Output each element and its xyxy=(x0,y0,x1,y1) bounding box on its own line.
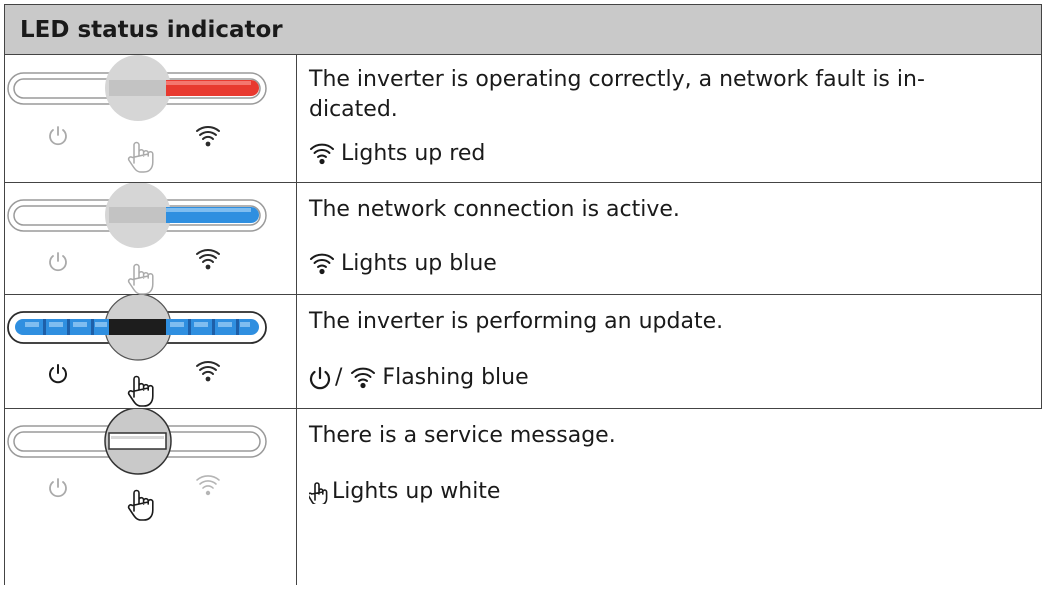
wifi-icon xyxy=(196,361,220,382)
status-text: Flashing blue xyxy=(382,365,529,390)
table-header-label: LED status indicator xyxy=(20,16,283,43)
row-description: The inverter is operating correctly, a n… xyxy=(309,65,1021,125)
wifi-icon xyxy=(196,475,220,496)
row-description-cell: There is a service message. Lights up wh… xyxy=(297,409,1042,585)
row-description-cell: The inverter is performing an update. / … xyxy=(297,295,1041,408)
wifi-icon xyxy=(196,126,220,147)
led-indicator-red xyxy=(5,55,297,182)
status-separator: / xyxy=(335,365,343,390)
row-description-cell: The network connection is active. Lights… xyxy=(297,183,1041,294)
row-status: Lights up blue xyxy=(309,249,497,279)
led-indicator-white xyxy=(5,409,297,585)
power-icon xyxy=(309,366,331,390)
touch-icon xyxy=(127,263,154,295)
power-icon xyxy=(49,364,67,384)
wifi-icon xyxy=(351,367,376,389)
row-description: The inverter is performing an update. xyxy=(309,309,724,334)
touch-icon xyxy=(127,489,154,521)
wifi-icon xyxy=(310,253,334,275)
table-header: LED status indicator xyxy=(4,4,1042,55)
power-icon xyxy=(49,126,67,146)
row-description-cell: The inverter is operating correctly, a n… xyxy=(297,55,1041,182)
table-row: The inverter is operating correctly, a n… xyxy=(4,55,1042,183)
row-description: The network connection is active. xyxy=(309,197,680,222)
description-line: The inverter is operating correctly, a n… xyxy=(309,67,925,92)
led-indicator-blue xyxy=(5,183,297,295)
led-status-table: LED status indicator The inverter is ope… xyxy=(4,4,1042,585)
power-icon xyxy=(49,478,67,498)
power-icon xyxy=(49,252,67,272)
wifi-icon xyxy=(196,249,220,270)
touch-icon xyxy=(309,482,328,504)
description-line: dicated. xyxy=(309,97,398,122)
table-row: The inverter is performing an update. / … xyxy=(4,295,1042,409)
wifi-icon xyxy=(310,143,334,165)
status-text: Lights up red xyxy=(341,141,486,166)
row-status: Lights up white xyxy=(309,477,500,507)
row-status: / Flashing blue xyxy=(309,363,529,393)
table-row: The network connection is active. Lights… xyxy=(4,183,1042,295)
row-description: There is a service message. xyxy=(309,423,616,448)
row-status: Lights up red xyxy=(309,139,485,169)
led-indicator-flashing-blue xyxy=(5,295,297,408)
touch-icon xyxy=(127,141,154,173)
status-text: Lights up white xyxy=(332,479,501,504)
touch-icon xyxy=(127,375,154,407)
status-text: Lights up blue xyxy=(341,251,497,276)
table-row: There is a service message. Lights up wh… xyxy=(4,409,1042,585)
